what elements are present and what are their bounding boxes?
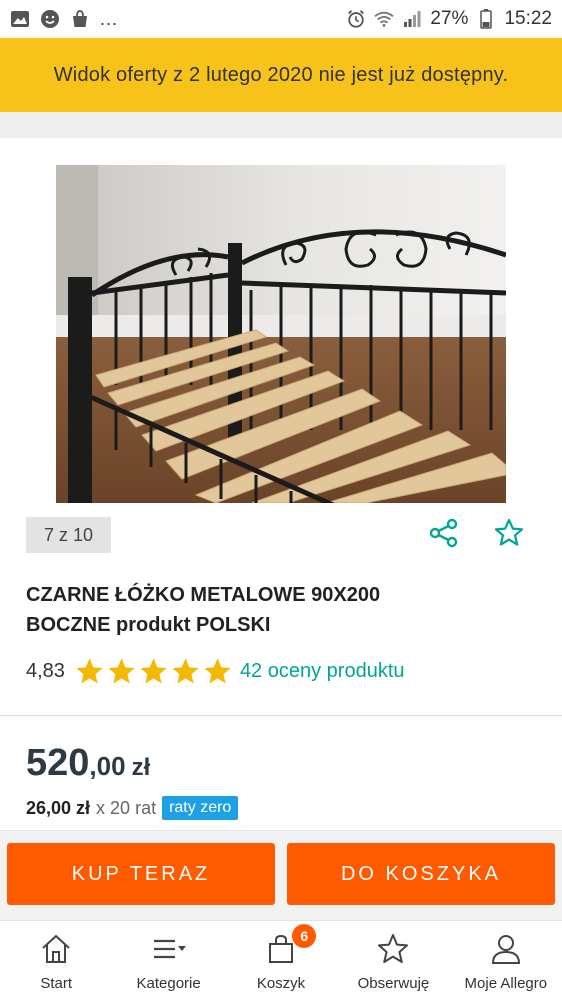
status-overflow: ... bbox=[100, 8, 119, 29]
clock: 15:22 bbox=[504, 8, 552, 29]
buy-now-button[interactable]: KUP TERAZ bbox=[7, 843, 275, 905]
cart-count-badge: 6 bbox=[292, 924, 317, 948]
divider bbox=[0, 715, 562, 716]
shopping-bag-icon bbox=[70, 9, 90, 29]
gallery-icon bbox=[10, 9, 30, 29]
status-bar: ... 27% 15:22 bbox=[0, 0, 562, 38]
product-photo[interactable] bbox=[56, 165, 506, 503]
nav-label-koszyk: Koszyk bbox=[256, 975, 306, 992]
battery-icon bbox=[476, 9, 496, 29]
home-icon bbox=[38, 931, 74, 967]
nav-item-kategorie[interactable]: Kategorie bbox=[112, 921, 224, 1000]
product-title-line1: CZARNE ŁÓŻKO METALOWE 90X200 bbox=[26, 584, 381, 606]
star-filled-icon bbox=[108, 657, 135, 683]
add-to-cart-button[interactable]: DO KOSZYKA bbox=[287, 843, 555, 905]
share-icon bbox=[429, 518, 458, 548]
nav-item-obserwuje[interactable]: Obserwuję bbox=[337, 921, 449, 1000]
star-filled-icon bbox=[76, 657, 103, 683]
user-icon bbox=[488, 931, 524, 967]
nav-label-start: Start bbox=[40, 975, 73, 992]
price-decimal: ,00 bbox=[89, 751, 126, 781]
action-bar: KUP TERAZ DO KOSZYKA bbox=[0, 830, 562, 920]
smiley-icon bbox=[40, 9, 60, 29]
notice-text: Widok oferty z 2 lutego 2020 nie jest ju… bbox=[53, 63, 509, 86]
star-icon bbox=[375, 931, 411, 967]
raty-zero-badge[interactable]: raty zero bbox=[162, 796, 239, 820]
rating-value: 4,83 bbox=[26, 659, 65, 682]
product-title-line2: BOCZNE produkt POLSKI bbox=[26, 614, 271, 636]
nav-item-koszyk[interactable]: 6 Koszyk bbox=[225, 921, 337, 1000]
nav-label-obserwuje: Obserwuję bbox=[357, 975, 430, 992]
star-filled-icon bbox=[204, 657, 231, 683]
gallery-counter: 7 z 10 bbox=[26, 517, 111, 553]
installments-info: 26,00 zł x 20 rat raty zero bbox=[26, 795, 239, 821]
status-bar-left: ... bbox=[10, 9, 118, 30]
price-currency: zł bbox=[131, 754, 151, 781]
status-bar-right: 27% 15:22 bbox=[346, 8, 552, 30]
installment-multiplier: x 20 rat bbox=[96, 797, 157, 818]
signal-icon bbox=[402, 9, 422, 29]
battery-percent: 27% bbox=[430, 8, 469, 29]
nav-item-moje-allegro[interactable]: Moje Allegro bbox=[450, 921, 562, 1000]
share-button[interactable] bbox=[427, 516, 461, 550]
product-photo-drawing bbox=[56, 165, 506, 503]
installment-amount: 26,00 zł bbox=[26, 797, 91, 818]
rating-row: 4,83 42 oceny produktu bbox=[26, 656, 405, 686]
star-filled-icon bbox=[172, 657, 199, 683]
nav-label-moje-allegro: Moje Allegro bbox=[464, 975, 548, 992]
offer-unavailable-banner: Widok oferty z 2 lutego 2020 nie jest ju… bbox=[0, 38, 562, 112]
nav-item-start[interactable]: Start bbox=[0, 921, 112, 1000]
bottom-navigation: Start Kategorie 6 Koszyk Obserwuję Moje … bbox=[0, 920, 562, 1000]
rating-stars bbox=[75, 657, 232, 686]
watch-button[interactable] bbox=[491, 515, 527, 551]
ratings-count-link[interactable]: 42 oceny produktu bbox=[240, 660, 405, 683]
alarm-icon bbox=[346, 9, 366, 29]
price: 520 ,00 zł bbox=[26, 742, 150, 788]
wifi-icon bbox=[374, 9, 395, 29]
nav-label-kategorie: Kategorie bbox=[136, 975, 201, 992]
section-separator bbox=[0, 112, 562, 138]
price-integer: 520 bbox=[26, 742, 90, 784]
star-outline-icon bbox=[494, 518, 524, 546]
gallery-counter-text: 7 z 10 bbox=[43, 524, 94, 545]
menu-icon bbox=[151, 931, 187, 967]
product-title: CZARNE ŁÓŻKO METALOWE 90X200 BOCZNE prod… bbox=[26, 580, 536, 640]
star-filled-icon bbox=[140, 657, 167, 683]
